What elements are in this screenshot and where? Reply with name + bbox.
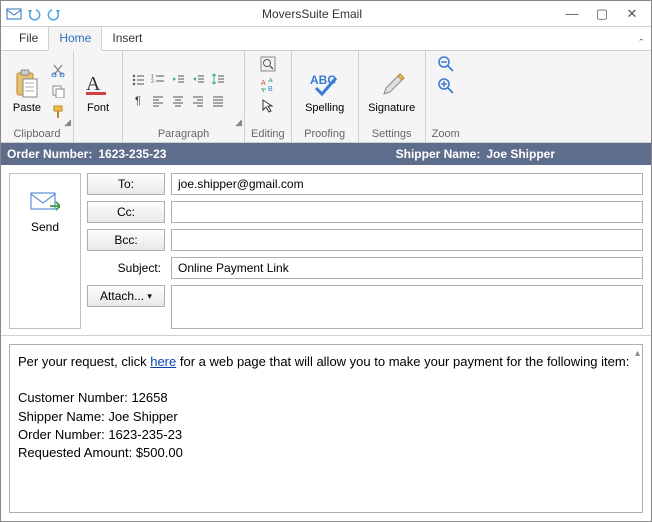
group-zoom: Zoom — [426, 51, 466, 142]
font-button[interactable]: A Font — [80, 59, 116, 123]
dialog-launcher-icon[interactable]: ◢ — [235, 117, 242, 128]
group-label-font — [80, 127, 116, 140]
collapse-ribbon-icon[interactable]: ˆ — [631, 38, 651, 50]
paste-button[interactable]: Paste — [7, 59, 47, 123]
spelling-button[interactable]: ABC Spelling — [298, 59, 352, 123]
group-clipboard: Paste Clipboard ◢ — [1, 51, 74, 142]
close-button[interactable]: ✕ — [621, 5, 643, 23]
group-label-proofing: Proofing — [298, 127, 352, 140]
message-header: Send To: Cc: Bcc: Subject: Attach... ▾ — [1, 165, 651, 336]
pilcrow-icon[interactable]: ¶ — [129, 92, 147, 110]
attachments-field[interactable] — [171, 285, 643, 329]
group-label-editing: Editing — [251, 127, 285, 140]
window-title: MoversSuite Email — [63, 7, 561, 21]
signature-button[interactable]: Signature — [365, 59, 419, 123]
group-label-clipboard: Clipboard — [7, 127, 67, 140]
body-text: Per your request, click — [18, 354, 150, 369]
titlebar: MoversSuite Email — ▢ ✕ — [1, 1, 651, 27]
quick-access-toolbar — [1, 5, 63, 23]
tab-file[interactable]: File — [9, 27, 48, 50]
svg-text:B: B — [268, 86, 273, 93]
window-buttons: — ▢ ✕ — [561, 5, 651, 23]
group-settings: Signature Settings — [359, 51, 426, 142]
chevron-down-icon: ▾ — [147, 291, 152, 302]
group-proofing: ABC Spelling Proofing — [292, 51, 359, 142]
group-paragraph: 12 ¶ Paragraph ◢ — [123, 51, 245, 142]
line-spacing-icon[interactable] — [209, 70, 227, 88]
group-font: A Font — [74, 51, 123, 142]
customer-number-label: Customer Number: — [18, 390, 128, 405]
to-button[interactable]: To: — [87, 173, 165, 195]
increase-indent-icon[interactable] — [189, 70, 207, 88]
order-number-value: 1623-235-23 — [98, 147, 166, 161]
cc-button[interactable]: Cc: — [87, 201, 165, 223]
svg-text:2: 2 — [151, 79, 154, 85]
payment-link[interactable]: here — [150, 354, 176, 369]
group-label-settings: Settings — [365, 127, 419, 140]
shipper-name-value: Joe Shipper — [486, 147, 555, 161]
group-editing: AB Editing — [245, 51, 292, 142]
send-icon — [30, 192, 60, 214]
zoom-out-icon[interactable] — [437, 55, 455, 73]
align-left-icon[interactable] — [149, 92, 167, 110]
shipper-name-label: Shipper Name: — [396, 147, 481, 161]
svg-text:A: A — [86, 73, 101, 95]
subject-label: Subject: — [87, 257, 165, 279]
cut-icon[interactable] — [49, 61, 67, 79]
select-icon[interactable] — [259, 97, 277, 115]
svg-text:A: A — [261, 80, 266, 87]
attach-button[interactable]: Attach... ▾ — [87, 285, 165, 307]
bcc-field[interactable] — [171, 229, 643, 251]
maximize-button[interactable]: ▢ — [591, 5, 613, 23]
order-number-label: Order Number: — [7, 147, 92, 161]
justify-icon[interactable] — [209, 92, 227, 110]
paste-label: Paste — [13, 102, 41, 114]
body-shipper-value: Joe Shipper — [108, 409, 177, 424]
spelling-icon: ABC — [309, 68, 341, 100]
app-icon — [5, 5, 23, 23]
signature-icon — [376, 68, 408, 100]
ribbon: Paste Clipboard ◢ A Font 12 — [1, 51, 651, 143]
message-body[interactable]: ▴ Per your request, click here for a web… — [9, 344, 643, 513]
send-button[interactable]: Send — [9, 173, 81, 329]
cc-field[interactable] — [171, 201, 643, 223]
body-shipper-label: Shipper Name: — [18, 409, 105, 424]
zoom-in-icon[interactable] — [437, 77, 455, 95]
info-bar: Order Number: 1623-235-23 Shipper Name: … — [1, 143, 651, 165]
requested-amount-label: Requested Amount: — [18, 445, 132, 460]
decrease-indent-icon[interactable] — [169, 70, 187, 88]
undo-icon[interactable] — [25, 5, 43, 23]
replace-icon[interactable]: AB — [259, 76, 277, 94]
minimize-button[interactable]: — — [561, 5, 583, 23]
group-label-zoom: Zoom — [432, 127, 460, 140]
scroll-up-icon[interactable]: ▴ — [635, 347, 640, 361]
align-center-icon[interactable] — [169, 92, 187, 110]
bullets-icon[interactable] — [129, 70, 147, 88]
font-icon: A — [82, 68, 114, 100]
copy-icon[interactable] — [49, 82, 67, 100]
body-order-label: Order Number: — [18, 427, 105, 442]
dialog-launcher-icon[interactable]: ◢ — [64, 117, 71, 128]
tab-insert[interactable]: Insert — [102, 27, 152, 50]
bcc-button[interactable]: Bcc: — [87, 229, 165, 251]
body-text: for a web page that will allow you to ma… — [176, 354, 629, 369]
ribbon-tabs: File Home Insert ˆ — [1, 27, 651, 51]
spelling-label: Spelling — [305, 102, 344, 114]
group-label-paragraph: Paragraph — [129, 127, 238, 140]
paste-icon — [11, 68, 43, 100]
send-label: Send — [31, 220, 59, 234]
numbering-icon[interactable]: 12 — [149, 70, 167, 88]
to-field[interactable] — [171, 173, 643, 195]
signature-label: Signature — [368, 102, 415, 114]
body-order-value: 1623-235-23 — [108, 427, 182, 442]
align-right-icon[interactable] — [189, 92, 207, 110]
customer-number-value: 12658 — [131, 390, 167, 405]
requested-amount-value: $500.00 — [136, 445, 183, 460]
font-label: Font — [87, 102, 109, 114]
subject-field[interactable] — [171, 257, 643, 279]
tab-home[interactable]: Home — [48, 26, 102, 51]
redo-icon[interactable] — [45, 5, 63, 23]
find-icon[interactable] — [259, 55, 277, 73]
